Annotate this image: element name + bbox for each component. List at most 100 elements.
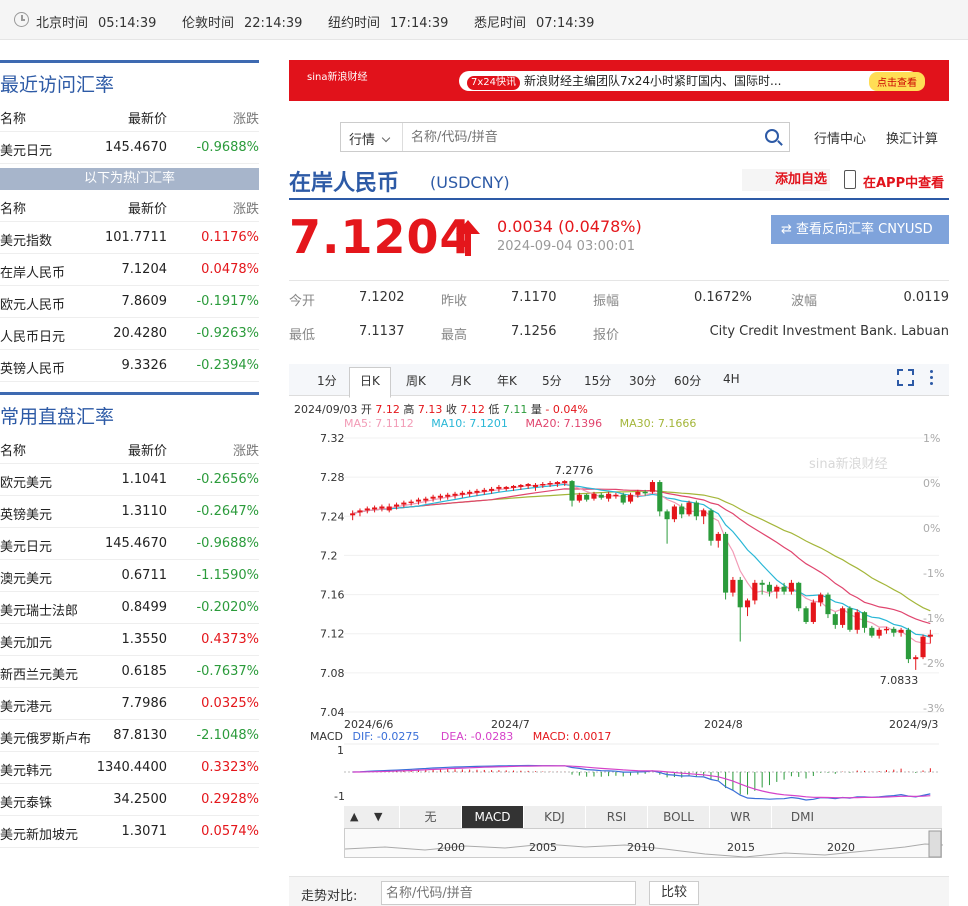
ohlc-volume: - [545,403,550,416]
ad-text: 新浪财经主编团队7x24小时紧盯国内、国际时... [524,74,782,88]
rate-name[interactable]: 新西兰元美元 [0,664,78,683]
candle-body [620,494,626,503]
indicator-tabs: ▲ ▼ 无 MACD KDJ RSI BOLL WR DMI [344,806,942,828]
rate-price: 9.3326 [121,358,168,373]
rate-price: 20.4280 [113,326,167,341]
currency-converter-link[interactable]: 换汇计算 [886,128,938,147]
rate-price: 0.6711 [121,568,168,583]
tab-1min[interactable]: 1分 [317,372,337,389]
rate-row[interactable]: 美元指数 101.7711 0.1176% [0,222,259,254]
tab-weekly[interactable]: 周K [406,372,426,389]
more-options-icon[interactable] [930,370,934,386]
ad-view-button[interactable]: 点击查看 [869,72,925,91]
rate-change: -2.1048% [196,728,259,743]
candle-body [759,582,765,585]
search-type-select[interactable]: 行情 [341,123,403,151]
rate-name[interactable]: 人民币日元 [0,326,65,345]
candle-body [876,629,882,636]
rate-row[interactable]: 美元加元 1.3550 0.4373% [0,624,259,656]
rate-row[interactable]: 欧元人民币 7.8609 -0.1917% [0,286,259,318]
tab-4h[interactable]: 4H [723,372,740,386]
y-tick-label: 7.2 [320,549,338,562]
rate-name[interactable]: 澳元美元 [0,568,52,587]
indicator-none[interactable]: 无 [399,806,461,828]
candle-body [825,594,831,615]
rate-row[interactable]: 美元日元 145.4670 -0.9688% [0,132,259,164]
tab-monthly[interactable]: 月K [451,372,471,389]
scroll-down-button[interactable]: ▼ [374,810,382,823]
rate-name[interactable]: 在岸人民币 [0,262,65,281]
ad-news-pill[interactable]: 7x24快讯 新浪财经主编团队7x24小时紧盯国内、国际时... [459,71,919,91]
rate-name[interactable]: 英镑美元 [0,504,52,523]
tab-5min[interactable]: 5分 [542,372,562,389]
market-center-link[interactable]: 行情中心 [814,128,866,147]
rate-name[interactable]: 美元日元 [0,536,52,555]
indicator-rsi[interactable]: RSI [585,806,647,828]
rate-row[interactable]: 在岸人民币 7.1204 0.0478% [0,254,259,286]
open-in-app-link[interactable]: 在APP中查看 [863,172,944,191]
indicator-macd[interactable]: MACD [461,806,523,828]
rate-row[interactable]: 欧元美元 1.1041 -0.2656% [0,464,259,496]
rate-price: 1340.4400 [96,760,167,775]
indicator-boll[interactable]: BOLL [647,806,709,828]
rate-name[interactable]: 美元新加坡元 [0,824,78,843]
indicator-wr[interactable]: WR [709,806,771,828]
rate-row[interactable]: 美元俄罗斯卢布 87.8130 -2.1048% [0,720,259,752]
rate-row[interactable]: 美元港元 7.7986 0.0325% [0,688,259,720]
rate-change: 0.3323% [201,760,259,775]
candle-body [847,608,853,630]
stat-label: 振幅 [593,294,620,309]
rate-price: 0.8499 [121,600,168,615]
rate-row[interactable]: 英镑人民币 9.3326 -0.2394% [0,350,259,382]
rate-row[interactable]: 新西兰元美元 0.6185 -0.7637% [0,656,259,688]
indicator-kdj[interactable]: KDJ [523,806,585,828]
rate-change: -0.9688% [196,140,259,155]
scroll-up-button[interactable]: ▲ [350,810,358,823]
add-favorite-button[interactable]: 添加自选 [742,169,830,191]
compare-button[interactable]: 比较 [649,881,699,905]
tab-30min[interactable]: 30分 [629,372,656,389]
stat-open: 7.1202 [359,290,405,305]
stat-low: 7.1137 [359,324,405,339]
ohlc-label: 收 [445,403,457,416]
ad-banner[interactable]: sina新浪财经 7x24快讯 新浪财经主编团队7x24小时紧盯国内、国际时...… [289,60,949,101]
rate-row[interactable]: 美元瑞士法郎 0.8499 -0.2020% [0,592,259,624]
rate-name[interactable]: 美元日元 [0,140,52,159]
rate-name[interactable]: 欧元美元 [0,472,52,491]
rate-name[interactable]: 英镑人民币 [0,358,65,377]
clock-beijing: 北京时间 05:14:39 [36,16,157,31]
candle-body [627,494,634,502]
stat-amplitude: 0.1672% [694,290,752,305]
rate-change: -0.2394% [196,358,259,373]
rate-name[interactable]: 美元瑞士法郎 [0,600,78,619]
rate-name[interactable]: 美元指数 [0,230,52,249]
fullscreen-icon[interactable] [897,369,914,386]
rate-name[interactable]: 美元泰铢 [0,792,52,811]
tab-yearly[interactable]: 年K [497,372,517,389]
tab-15min[interactable]: 15分 [584,372,611,389]
tab-60min[interactable]: 60分 [674,372,701,389]
rate-name[interactable]: 美元韩元 [0,760,52,779]
reverse-rate-button[interactable]: ⇄ 查看反向汇率 CNYUSD [771,215,949,244]
candle-body [591,493,597,499]
rate-row[interactable]: 英镑美元 1.3110 -0.2647% [0,496,259,528]
rate-row[interactable]: 美元新加坡元 1.3071 0.0574% [0,816,259,848]
rate-row[interactable]: 美元韩元 1340.4400 0.3323% [0,752,259,784]
compare-input[interactable] [381,881,636,905]
rate-row[interactable]: 美元日元 145.4670 -0.9688% [0,528,259,560]
tab-daily[interactable]: 日K [349,367,391,398]
kline-chart[interactable]: 7.32 7.28 7.24 7.2 7.16 7.12 7.08 7.04 1% 0% 0% -1%… [289,428,949,808]
range-selector[interactable]: 2000 2005 2010 2015 2020 [344,828,943,858]
range-handle[interactable] [928,830,942,858]
rate-name[interactable]: 美元俄罗斯卢布 [0,728,91,747]
rate-row[interactable]: 美元泰铢 34.2500 0.2928% [0,784,259,816]
rate-name[interactable]: 欧元人民币 [0,294,65,313]
search-input[interactable] [411,123,751,151]
rate-row[interactable]: 澳元美元 0.6711 -1.1590% [0,560,259,592]
search-icon[interactable] [765,129,779,143]
rate-name[interactable]: 美元港元 [0,696,52,715]
rate-row[interactable]: 人民币日元 20.4280 -0.9263% [0,318,259,350]
candle-body [481,489,487,492]
indicator-dmi[interactable]: DMI [771,806,833,828]
rate-name[interactable]: 美元加元 [0,632,52,651]
